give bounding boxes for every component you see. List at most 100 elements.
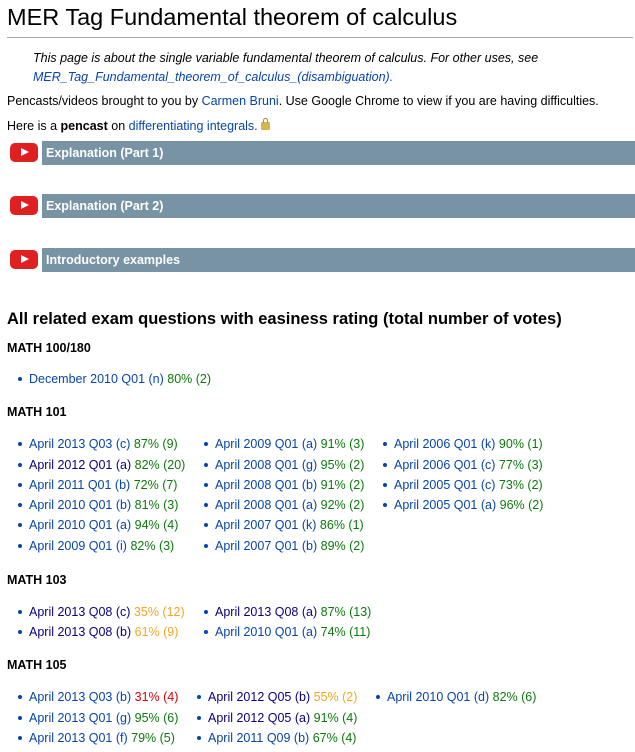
list-item[interactable]: April 2010 Q01 (b) 81% (3) [18, 498, 178, 512]
rating: 95% (2) [320, 458, 365, 472]
list-item[interactable]: April 2005 Q01 (a) 96% (2) [383, 498, 543, 512]
list-item[interactable]: April 2013 Q08 (a) 87% (13) [204, 605, 371, 619]
play-video-icon[interactable] [10, 250, 38, 269]
rating: 72% (7) [133, 478, 178, 492]
question-link[interactable]: April 2007 Q01 (k) [215, 518, 316, 532]
list-item[interactable]: April 2013 Q01 (g) 95% (6) [18, 711, 178, 725]
question-link[interactable]: April 2011 Q01 (b) [29, 478, 130, 492]
question-link[interactable]: April 2013 Q08 (b) [29, 625, 131, 639]
pencast-prefix: Here is a [7, 119, 58, 133]
credit-suffix: . Use Google Chrome to view if you are h… [278, 94, 599, 108]
question-link[interactable]: April 2012 Q05 (a) [208, 711, 310, 725]
list-item[interactable]: April 2012 Q01 (a) 82% (20) [18, 458, 185, 472]
question-link[interactable]: April 2010 Q01 (a) [29, 518, 131, 532]
list-item[interactable]: April 2011 Q09 (b) 67% (4) [197, 731, 356, 745]
list-item[interactable]: April 2013 Q01 (f) 79% (5) [18, 731, 175, 745]
rating: 81% (3) [134, 498, 179, 512]
disambiguation-link[interactable]: MER_Tag_Fundamental_theorem_of_calculus_… [33, 70, 393, 84]
bullet [18, 716, 22, 720]
rating: 82% (3) [130, 539, 175, 553]
bullet [383, 503, 387, 507]
rating: 90% (1) [498, 437, 543, 451]
question-link[interactable]: April 2013 Q08 (c) [29, 605, 130, 619]
rating: 67% (4) [312, 731, 357, 745]
question-link[interactable]: April 2006 Q01 (k) [394, 437, 495, 451]
question-link[interactable]: April 2009 Q01 (a) [215, 437, 317, 451]
question-link[interactable]: April 2013 Q01 (g) [29, 711, 131, 725]
video-label[interactable]: Explanation (Part 1) [42, 141, 635, 165]
bullet [204, 630, 208, 634]
bullet [204, 610, 208, 614]
author-link[interactable]: Carmen Bruni [202, 94, 279, 108]
question-link[interactable]: April 2012 Q01 (a) [29, 458, 131, 472]
question-link[interactable]: April 2005 Q01 (a) [394, 498, 496, 512]
question-link[interactable]: April 2012 Q05 (b) [208, 690, 310, 704]
rating: 96% (2) [499, 498, 544, 512]
question-link[interactable]: April 2007 Q01 (b) [215, 539, 317, 553]
list-item[interactable]: April 2012 Q05 (a) 91% (4) [197, 711, 357, 725]
bullet [383, 442, 387, 446]
course-heading: MATH 101 [7, 405, 67, 419]
question-link[interactable]: April 2010 Q01 (b) [29, 498, 131, 512]
rating: 80% (2) [167, 372, 212, 386]
list-item[interactable]: April 2009 Q01 (a) 91% (3) [204, 437, 364, 451]
video-bar-3[interactable]: Introductory examples [0, 248, 635, 272]
video-bar-1[interactable]: Explanation (Part 1) [0, 141, 635, 165]
list-item[interactable]: April 2007 Q01 (k) 86% (1) [204, 518, 364, 532]
question-link[interactable]: April 2008 Q01 (b) [215, 478, 317, 492]
list-item[interactable]: April 2010 Q01 (a) 94% (4) [18, 518, 178, 532]
list-item[interactable]: April 2013 Q03 (b) 31% (4) [18, 690, 178, 704]
list-item[interactable]: April 2013 Q08 (b) 61% (9) [18, 625, 178, 639]
hatnote-text: This page is about the single variable f… [33, 51, 539, 65]
list-item[interactable]: April 2006 Q01 (k) 90% (1) [383, 437, 543, 451]
list-item[interactable]: April 2011 Q01 (b) 72% (7) [18, 478, 177, 492]
question-link[interactable]: April 2010 Q01 (d) [387, 690, 489, 704]
question-link[interactable]: April 2010 Q01 (a) [215, 625, 317, 639]
list-item[interactable]: April 2008 Q01 (g) 95% (2) [204, 458, 364, 472]
list-item[interactable]: April 2010 Q01 (d) 82% (6) [376, 690, 536, 704]
question-link[interactable]: December 2010 Q01 (n) [29, 372, 164, 386]
question-link[interactable]: April 2013 Q03 (c) [29, 437, 130, 451]
question-link[interactable]: April 2013 Q03 (b) [29, 690, 131, 704]
list-item[interactable]: April 2008 Q01 (a) 92% (2) [204, 498, 364, 512]
bullet [18, 503, 22, 507]
question-link[interactable]: April 2008 Q01 (a) [215, 498, 317, 512]
question-link[interactable]: April 2005 Q01 (c) [394, 478, 495, 492]
rating: 95% (6) [134, 711, 179, 725]
question-link[interactable]: April 2009 Q01 (i) [29, 539, 127, 553]
rating: 35% (12) [133, 605, 185, 619]
bullet [197, 736, 201, 740]
question-link[interactable]: April 2013 Q08 (a) [215, 605, 317, 619]
list-item[interactable]: April 2006 Q01 (c) 77% (3) [383, 458, 543, 472]
question-link[interactable]: April 2011 Q09 (b) [208, 731, 309, 745]
course-heading: MATH 103 [7, 573, 67, 587]
list-item[interactable]: April 2008 Q01 (b) 91% (2) [204, 478, 364, 492]
video-label[interactable]: Explanation (Part 2) [42, 194, 635, 218]
video-bar-2[interactable]: Explanation (Part 2) [0, 194, 635, 218]
bullet [18, 544, 22, 548]
video-label[interactable]: Introductory examples [42, 248, 635, 272]
rating: 82% (20) [134, 458, 186, 472]
pencast-link[interactable]: differentiating integrals. [129, 119, 258, 133]
rating: 91% (4) [313, 711, 358, 725]
play-video-icon[interactable] [10, 196, 38, 215]
question-link[interactable]: April 2013 Q01 (f) [29, 731, 128, 745]
rating: 86% (1) [319, 518, 364, 532]
list-item[interactable]: April 2009 Q01 (i) 82% (3) [18, 539, 174, 553]
list-item[interactable]: April 2005 Q01 (c) 73% (2) [383, 478, 543, 492]
rating: 79% (5) [131, 731, 175, 745]
pencast-mid: on [111, 119, 126, 133]
list-item[interactable]: April 2013 Q08 (c) 35% (12) [18, 605, 185, 619]
list-item[interactable]: April 2013 Q03 (c) 87% (9) [18, 437, 178, 451]
list-item[interactable]: April 2012 Q05 (b) 55% (2) [197, 690, 357, 704]
rating: 55% (2) [313, 690, 358, 704]
play-video-icon[interactable] [10, 143, 38, 162]
rating: 87% (13) [320, 605, 372, 619]
bullet [18, 630, 22, 634]
question-link[interactable]: April 2006 Q01 (c) [394, 458, 495, 472]
list-item[interactable]: December 2010 Q01 (n) 80% (2) [18, 372, 211, 386]
list-item[interactable]: April 2007 Q01 (b) 89% (2) [204, 539, 364, 553]
page-title: MER Tag Fundamental theorem of calculus [7, 4, 458, 30]
list-item[interactable]: April 2010 Q01 (a) 74% (11) [204, 625, 370, 639]
question-link[interactable]: April 2008 Q01 (g) [215, 458, 317, 472]
